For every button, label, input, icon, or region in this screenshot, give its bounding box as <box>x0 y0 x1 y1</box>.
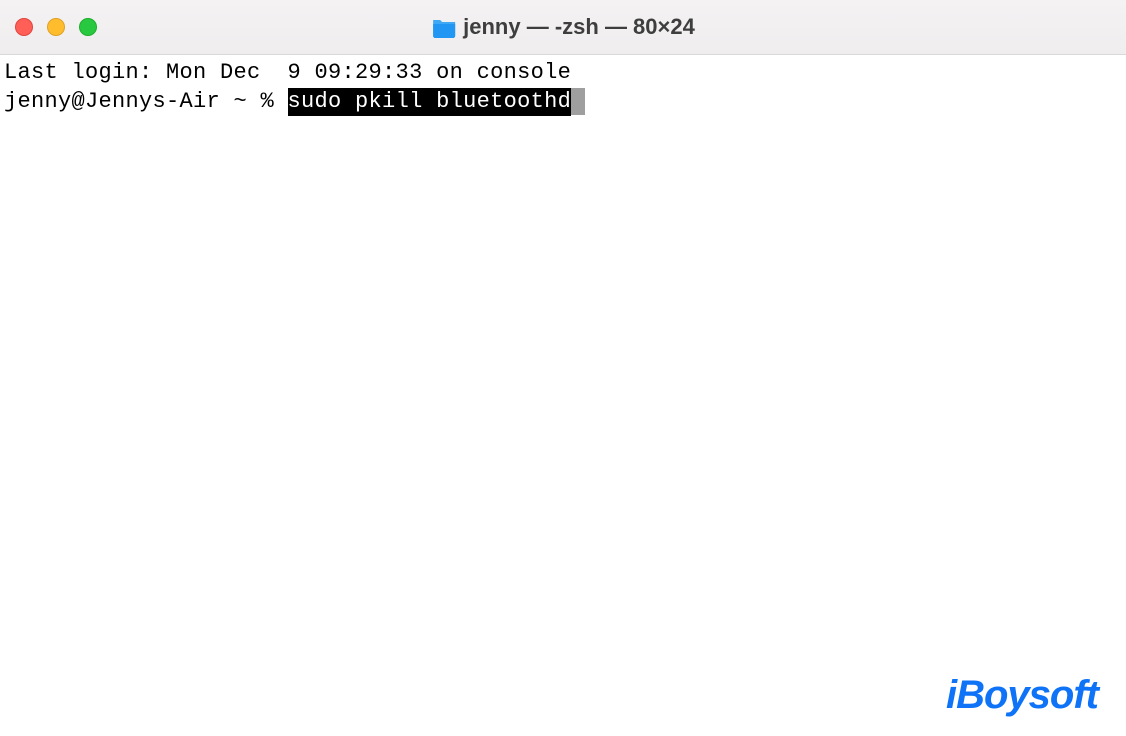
shell-prompt: jenny@Jennys-Air ~ % <box>4 88 288 117</box>
terminal-window: jenny — -zsh — 80×24 Last login: Mon Dec… <box>0 0 1126 736</box>
watermark-logo: iBoysoft <box>946 673 1098 718</box>
cursor <box>571 88 585 115</box>
command-text: sudo pkill bluetoothd <box>288 88 572 117</box>
window-title: jenny — -zsh — 80×24 <box>463 14 695 40</box>
folder-icon <box>431 17 455 37</box>
maximize-button[interactable] <box>79 18 97 36</box>
prompt-line: jenny@Jennys-Air ~ % sudo pkill bluetoot… <box>4 88 1122 117</box>
terminal-body[interactable]: Last login: Mon Dec 9 09:29:33 on consol… <box>0 55 1126 736</box>
traffic-lights <box>15 18 97 36</box>
title-container: jenny — -zsh — 80×24 <box>431 14 695 40</box>
titlebar: jenny — -zsh — 80×24 <box>0 0 1126 55</box>
last-login-line: Last login: Mon Dec 9 09:29:33 on consol… <box>4 59 1122 88</box>
close-button[interactable] <box>15 18 33 36</box>
minimize-button[interactable] <box>47 18 65 36</box>
